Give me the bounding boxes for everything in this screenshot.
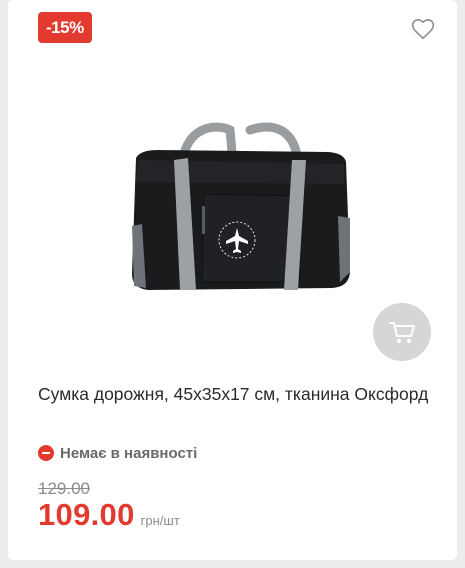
- old-price: 129.00: [38, 479, 90, 498]
- discount-badge: -15%: [38, 12, 92, 43]
- price-row: 109.00 грн/шт: [38, 497, 180, 533]
- product-title[interactable]: Сумка дорожня, 45х35х17 см, тканина Оксф…: [38, 380, 438, 409]
- shopping-cart-icon: [389, 322, 415, 343]
- price-unit: грн/шт: [140, 513, 180, 528]
- product-image[interactable]: [118, 122, 363, 297]
- add-to-cart-button[interactable]: [373, 303, 431, 361]
- stock-status: Немає в наявності: [38, 442, 197, 464]
- minus-circle-icon: [38, 445, 54, 461]
- stock-status-label: Немає в наявності: [60, 444, 198, 462]
- current-price: 109.00: [38, 497, 135, 532]
- product-card[interactable]: -15% Сумка дорожня, 45х35х17 см, тканина…: [8, 0, 457, 560]
- favorite-heart-icon[interactable]: [410, 16, 436, 42]
